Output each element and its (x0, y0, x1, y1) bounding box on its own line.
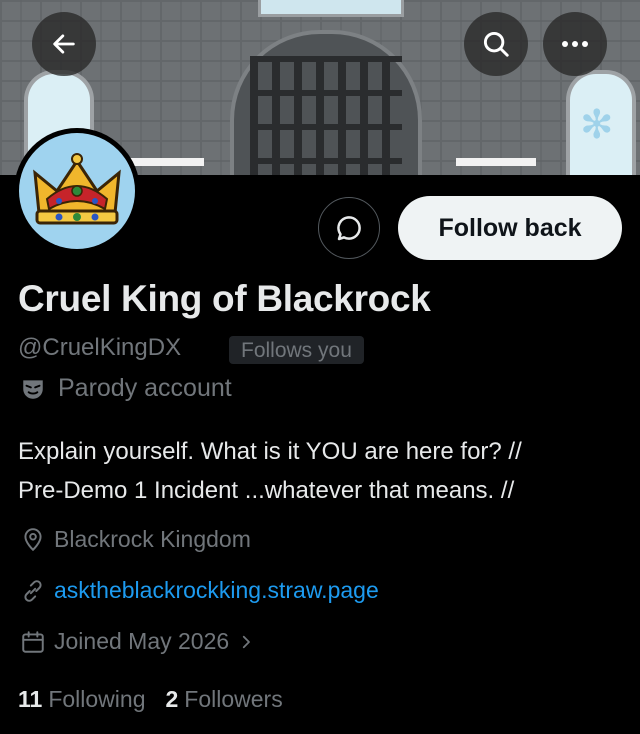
banner-ledge-left (130, 158, 204, 166)
back-button[interactable] (32, 12, 96, 76)
message-button[interactable] (318, 197, 380, 259)
more-dots-icon (562, 41, 588, 47)
display-name: Cruel King of Blackrock (18, 278, 431, 319)
avatar-image (19, 133, 135, 249)
followers-count: 2 (165, 686, 179, 712)
calendar-icon (22, 630, 44, 653)
follow-stats: 11 Following 2 Followers (18, 686, 283, 713)
joined-row[interactable]: Joined May 2026 (20, 628, 255, 655)
snowflake-icon: ✻ (580, 103, 614, 147)
link-icon (24, 579, 42, 602)
mask-icon (23, 379, 43, 399)
banner-window (258, 0, 404, 17)
parody-text: Parody account (58, 374, 232, 402)
follows-you-badge: Follows you (229, 336, 364, 364)
location-row: Blackrock Kingdom (20, 526, 251, 553)
more-button[interactable] (543, 12, 607, 76)
following-label: Following (48, 686, 146, 712)
website-link[interactable]: asktheblackrockking.straw.page (54, 577, 379, 604)
search-button[interactable] (464, 12, 528, 76)
followers-label: Followers (184, 686, 283, 712)
follow-back-button[interactable]: Follow back (398, 196, 622, 260)
joined-text: Joined May 2026 (54, 628, 230, 654)
username-handle: @CruelKingDX (18, 334, 182, 361)
parody-account-label[interactable]: Parody account (20, 374, 232, 403)
crown-icon (33, 153, 121, 225)
chevron-right-icon (243, 635, 251, 648)
following-count: 11 (18, 686, 43, 712)
website-row[interactable]: asktheblackrockking.straw.page (20, 577, 379, 604)
bio-line: Pre-Demo 1 Incident ...whatever that mea… (18, 477, 515, 504)
banner-ledge-right (456, 158, 536, 166)
search-icon (483, 31, 509, 57)
location-text: Blackrock Kingdom (54, 526, 251, 552)
followers-link[interactable]: 2 Followers (165, 686, 282, 713)
following-link[interactable]: 11 Following (18, 686, 145, 713)
profile-bio: Explain yourself. What is it YOU are her… (18, 432, 628, 510)
banner-ice-pillar-right: ✻ (566, 70, 636, 175)
message-icon (337, 216, 361, 241)
bio-line: Explain yourself. What is it YOU are her… (18, 438, 522, 465)
location-pin-icon (24, 527, 42, 551)
back-arrow-icon (53, 34, 75, 54)
profile-avatar[interactable] (14, 128, 140, 254)
